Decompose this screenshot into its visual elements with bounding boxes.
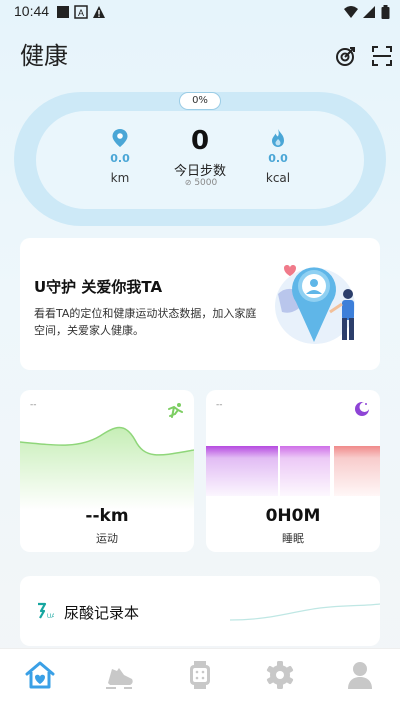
sneaker-icon[interactable] — [104, 659, 136, 691]
goal-icon: ⊘ — [184, 178, 192, 187]
distance-stat: 0.0 km — [100, 128, 140, 185]
watch-icon[interactable] — [184, 659, 216, 691]
steps-value: 0 — [190, 126, 210, 156]
svg-text:A: A — [78, 8, 84, 18]
uric-acid-badge: UA — [47, 614, 54, 620]
running-icon — [168, 403, 183, 418]
gear-icon[interactable] — [264, 659, 296, 691]
steps-goal: ⊘ 5000 — [176, 178, 226, 188]
exercise-label: 运动 — [96, 532, 118, 545]
distance-value: 0.0 — [110, 152, 130, 165]
status-time: 10:44 — [14, 3, 50, 19]
family-guard-illustration — [275, 265, 355, 344]
person-icon[interactable] — [344, 659, 376, 691]
scan-icon[interactable] — [370, 44, 394, 68]
status-bar: 10:44 A — [0, 0, 400, 24]
signal-icon — [363, 6, 375, 18]
progress-badge: 0% — [179, 92, 221, 110]
steps-label: 今日步数 — [173, 164, 226, 179]
warning-icon — [93, 6, 105, 18]
page-title: 健康 — [20, 42, 68, 70]
battery-icon — [381, 5, 390, 19]
calories-value: 0.0 — [268, 152, 288, 165]
uric-wave-decoration — [230, 603, 380, 621]
uric-acid-icon: UA — [38, 602, 54, 620]
sleep-deep-bar — [206, 446, 278, 496]
exercise-value: --km — [85, 506, 129, 526]
target-icon[interactable] — [334, 44, 358, 68]
steps-goal-value: 5000 — [194, 178, 218, 188]
flame-icon — [272, 129, 284, 147]
notification-a-icon: A — [74, 5, 88, 19]
guard-card-title: U守护 关爱你我TA — [34, 278, 163, 296]
sleep-value: 0H0M — [265, 506, 321, 526]
uric-card-title: 尿酸记录本 — [64, 604, 140, 622]
calories-unit: kcal — [265, 171, 291, 185]
home-heart-icon[interactable] — [24, 659, 56, 691]
location-pin-icon — [112, 129, 128, 147]
sleep-awake-bar — [334, 446, 380, 496]
exercise-wave-chart — [20, 426, 194, 510]
wifi-icon — [344, 6, 358, 18]
distance-unit: km — [110, 171, 130, 185]
moon-icon — [355, 402, 370, 416]
calories-stat: 0.0 kcal — [258, 128, 298, 185]
sleep-label: 睡眠 — [282, 532, 304, 545]
sleep-light-bar — [280, 446, 330, 496]
exercise-small-label: -- — [30, 400, 37, 410]
guard-card-description: 看看TA的定位和健康运动状态数据，加入家庭空间，关爱家人健康。 — [34, 307, 257, 337]
notification-square-icon — [57, 6, 69, 18]
sleep-small-label: -- — [216, 400, 223, 410]
bottom-tab-bar — [0, 648, 400, 712]
